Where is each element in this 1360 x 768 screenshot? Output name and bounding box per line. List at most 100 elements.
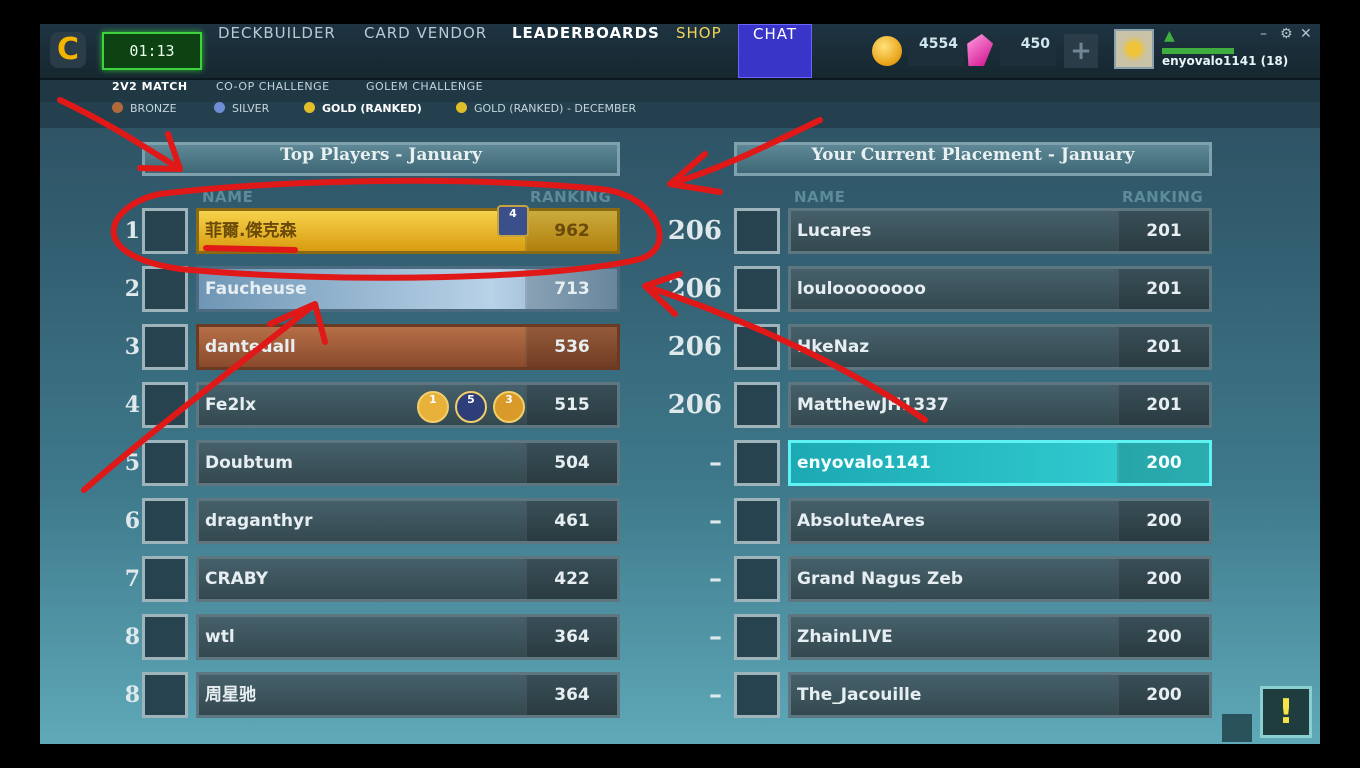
column-header-name: NAME — [794, 188, 846, 206]
player-avatar — [142, 440, 188, 486]
tab-coop-challenge[interactable]: CO-OP CHALLENGE — [216, 80, 330, 93]
add-currency-button[interactable]: + — [1064, 34, 1098, 68]
player-bar[interactable]: Lucares 201 — [788, 208, 1212, 254]
table-row[interactable]: 206 louloooooooo 201 — [652, 266, 1216, 312]
table-row[interactable]: 206 Lucares 201 — [652, 208, 1216, 254]
table-row[interactable]: 7 CRABY 422 — [100, 556, 624, 602]
table-row[interactable]: 8 wtl 364 — [100, 614, 624, 660]
player-bar[interactable]: 周星驰 364 — [196, 672, 620, 718]
player-bar[interactable]: The_Jacouille 200 — [788, 672, 1212, 718]
table-row[interactable]: 206 HkeNaz 201 — [652, 324, 1216, 370]
player-bar[interactable]: dantedall 536 — [196, 324, 620, 370]
player-bar[interactable]: CRABY 422 — [196, 556, 620, 602]
player-name: Lucares — [797, 221, 872, 241]
player-avatar — [734, 498, 780, 544]
nav-chat[interactable]: CHAT — [738, 24, 812, 78]
rank-number: 6 — [124, 508, 140, 534]
nav-deckbuilder[interactable]: DECKBUILDER — [218, 24, 336, 78]
player-score: 201 — [1117, 211, 1209, 251]
table-row[interactable]: 2 Faucheuse 713 — [100, 266, 624, 312]
player-avatar — [734, 672, 780, 718]
player-name: 周星驰 — [205, 685, 256, 705]
player-score: 461 — [525, 501, 617, 541]
player-bar[interactable]: ZhainLIVE 200 — [788, 614, 1212, 660]
table-row[interactable]: 5 Doubtum 504 — [100, 440, 624, 486]
column-header-name: NAME — [202, 188, 254, 206]
avatar[interactable] — [1114, 29, 1154, 69]
minimize-icon[interactable]: – — [1260, 26, 1267, 42]
sun-icon — [1126, 41, 1142, 57]
player-avatar — [734, 440, 780, 486]
table-row[interactable]: – Grand Nagus Zeb 200 — [652, 556, 1216, 602]
rank-number: – — [709, 680, 722, 710]
player-bar[interactable]: Faucheuse 713 — [196, 266, 620, 312]
nav-leaderboards[interactable]: LEADERBOARDS — [512, 24, 660, 78]
rank-number: 2 — [124, 276, 140, 302]
player-name: Fe2lx — [205, 395, 257, 415]
table-row[interactable]: – The_Jacouille 200 — [652, 672, 1216, 718]
tab-silver[interactable]: SILVER — [214, 102, 269, 115]
tab-bronze[interactable]: BRONZE — [112, 102, 177, 115]
player-avatar — [142, 324, 188, 370]
mode-tabs: 2V2 MATCH CO-OP CHALLENGE GOLEM CHALLENG… — [40, 80, 1320, 102]
table-row[interactable]: 4 Fe2lx 515 1 5 3 — [100, 382, 624, 428]
table-row[interactable]: – ZhainLIVE 200 — [652, 614, 1216, 660]
player-name: MatthewJH1337 — [797, 395, 949, 415]
rank-number: – — [709, 564, 722, 594]
rank-number: – — [709, 448, 722, 478]
player-score: 536 — [525, 327, 617, 367]
gold-dot-icon — [304, 102, 315, 113]
player-avatar — [734, 614, 780, 660]
player-name: The_Jacouille — [797, 685, 922, 705]
player-score: 200 — [1117, 617, 1209, 657]
friends-icon[interactable] — [1222, 714, 1252, 742]
table-row[interactable]: – enyovalo1141 200 — [652, 440, 1216, 486]
table-row[interactable]: 3 dantedall 536 — [100, 324, 624, 370]
rank-badge: 4 — [497, 205, 529, 237]
player-bar[interactable]: 菲爾.傑克森 962 4 — [196, 205, 620, 254]
tab-gold-ranked-december[interactable]: GOLD (RANKED) - DECEMBER — [456, 102, 636, 115]
settings-icon[interactable]: ⚙ — [1280, 26, 1293, 42]
player-bar[interactable]: Fe2lx 515 1 5 3 — [196, 382, 620, 428]
rank-number: 206 — [667, 390, 722, 420]
player-bar[interactable]: AbsoluteAres 200 — [788, 498, 1212, 544]
player-name: CRABY — [205, 569, 269, 589]
player-bar[interactable]: Grand Nagus Zeb 200 — [788, 556, 1212, 602]
help-button[interactable]: ! — [1260, 686, 1312, 738]
player-bar[interactable]: enyovalo1141 200 — [788, 440, 1212, 486]
player-bar[interactable]: draganthyr 461 — [196, 498, 620, 544]
coin-icon — [872, 36, 902, 66]
table-row[interactable]: 8 周星驰 364 — [100, 672, 624, 718]
bronze-dot-icon — [112, 102, 123, 113]
nav-shop[interactable]: SHOP — [676, 24, 722, 78]
player-avatar — [142, 266, 188, 312]
player-score: 504 — [525, 443, 617, 483]
nav-card-vendor[interactable]: CARD VENDOR — [364, 24, 487, 78]
tab-golem-challenge[interactable]: GOLEM CHALLENGE — [366, 80, 483, 93]
table-row[interactable]: 6 draganthyr 461 — [100, 498, 624, 544]
gem-icon — [963, 34, 995, 66]
table-row[interactable]: 1 菲爾.傑克森 962 4 — [100, 205, 624, 254]
player-avatar — [142, 382, 188, 428]
player-score: 962 — [525, 211, 617, 251]
player-bar[interactable]: Doubtum 504 — [196, 440, 620, 486]
logo-icon[interactable]: C — [50, 32, 86, 68]
player-avatar — [734, 556, 780, 602]
player-score: 364 — [525, 675, 617, 715]
player-bar[interactable]: MatthewJH1337 201 — [788, 382, 1212, 428]
player-avatar — [142, 208, 188, 254]
player-bar[interactable]: wtl 364 — [196, 614, 620, 660]
column-header-ranking: RANKING — [530, 188, 612, 206]
table-row[interactable]: – AbsoluteAres 200 — [652, 498, 1216, 544]
player-bar[interactable]: louloooooooo 201 — [788, 266, 1212, 312]
close-icon[interactable]: ✕ — [1300, 26, 1312, 42]
username: enyovalo1141 (18) — [1162, 54, 1289, 68]
tab-2v2-match[interactable]: 2V2 MATCH — [112, 80, 188, 93]
table-row[interactable]: 206 MatthewJH1337 201 — [652, 382, 1216, 428]
player-bar[interactable]: HkeNaz 201 — [788, 324, 1212, 370]
player-avatar — [734, 208, 780, 254]
tab-gold-ranked[interactable]: GOLD (RANKED) — [304, 102, 422, 115]
column-header-ranking: RANKING — [1122, 188, 1204, 206]
gem-count: 450 — [1000, 36, 1056, 66]
rank-number: 206 — [667, 274, 722, 304]
